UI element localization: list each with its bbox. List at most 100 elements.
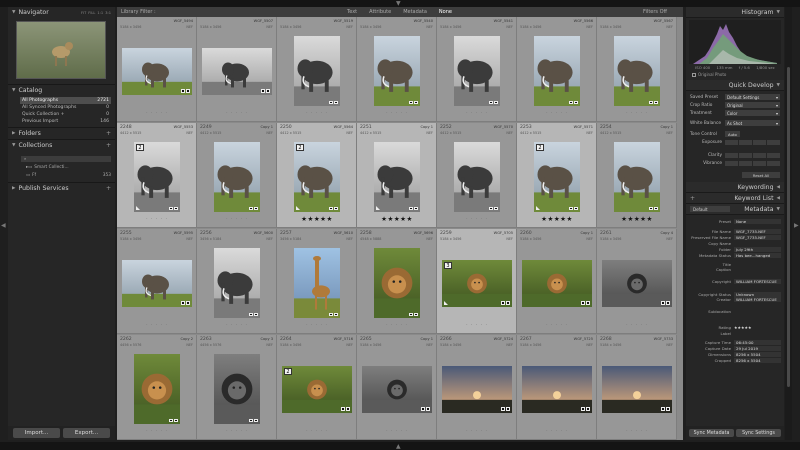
publish-services-header[interactable]: ▶ Publish Services + xyxy=(8,183,115,194)
metadata-value[interactable]: 06:45:00 xyxy=(734,339,781,345)
metadata-badge-icon[interactable] xyxy=(649,100,653,104)
metadata-badge-icon[interactable] xyxy=(249,418,253,422)
metadata-badge-icon[interactable] xyxy=(661,301,665,305)
metadata-badge-icon[interactable] xyxy=(341,407,345,411)
thumbnail-cell[interactable]: 2266 WGF_5724 5184 x 3456 NEF · · · · · xyxy=(437,335,517,440)
photo-thumbnail[interactable] xyxy=(374,248,420,318)
collapse-triangle-icon[interactable]: ▼ xyxy=(777,10,780,15)
develop-badge-icon[interactable] xyxy=(494,206,498,210)
photo-thumbnail[interactable]: 2 xyxy=(282,365,352,413)
rating-dots[interactable]: · · · · · xyxy=(197,217,276,222)
photo-thumbnail[interactable] xyxy=(602,365,672,413)
photo-thumbnail[interactable] xyxy=(362,365,432,413)
rating-dots[interactable]: · · · · · xyxy=(437,217,516,222)
filter-tab-none[interactable]: None xyxy=(439,9,452,15)
rating-dots[interactable]: · · · · · xyxy=(277,429,356,434)
develop-badge-icon[interactable] xyxy=(666,407,670,411)
crop-ratio-select[interactable]: Original ▾ xyxy=(725,102,780,108)
photo-thumbnail[interactable] xyxy=(214,248,260,318)
develop-badge-icon[interactable] xyxy=(254,418,258,422)
metadata-badge-icon[interactable] xyxy=(249,206,253,210)
filter-tab-text[interactable]: Text xyxy=(347,9,357,15)
original-photo-toggle[interactable]: Original Photo xyxy=(686,71,784,80)
metadata-value[interactable]: July 29th xyxy=(734,246,781,252)
thumbnail-cell[interactable]: 2248 WGF_5553 4412 x 5515 NEF 2 · · · · · xyxy=(117,123,197,228)
filter-tab-attribute[interactable]: Attribute xyxy=(369,9,391,15)
keyword-list-header[interactable]: + Keyword List ◀ xyxy=(686,193,784,204)
rating-dots[interactable]: · · · · · xyxy=(117,111,196,116)
filmstrip-toggle-icon[interactable]: ▲ xyxy=(396,443,401,450)
collapse-triangle-icon[interactable]: ▼ xyxy=(12,143,15,148)
expand-triangle-icon[interactable]: ◀ xyxy=(777,196,780,201)
vibrance-steppers[interactable] xyxy=(725,160,780,166)
catalog-item-all-synced[interactable]: All Synced Photographs 0 xyxy=(20,104,111,111)
checkbox-icon[interactable] xyxy=(692,72,696,77)
rating-dots[interactable]: · · · · · xyxy=(197,429,276,434)
develop-badge-icon[interactable] xyxy=(414,312,418,316)
photo-thumbnail[interactable] xyxy=(122,259,192,307)
metadata-value[interactable]: WILLIAM FORTESCUE xyxy=(734,279,781,284)
thumbnail-cell[interactable]: 2259 WGF_5705 5184 x 3456 NEF 3 · · · · · xyxy=(437,229,517,334)
catalog-header[interactable]: ▼ Catalog xyxy=(8,85,115,96)
develop-badge-icon[interactable] xyxy=(186,89,190,93)
thumbnail-cell[interactable]: WGF_5494 5184 x 3456 NEF · · · · · xyxy=(117,17,197,122)
rating-dots[interactable]: · · · · · xyxy=(517,111,596,116)
collapse-triangle-icon[interactable]: ▼ xyxy=(12,88,15,93)
thumbnail-cell[interactable]: 2263 Copy 3 4456 x 5576 NEF · · · · · xyxy=(197,335,277,440)
photo-thumbnail[interactable] xyxy=(614,142,660,212)
rating-dots[interactable]: · · · · · xyxy=(197,111,276,116)
metadata-badge-icon[interactable] xyxy=(409,100,413,104)
develop-badge-icon[interactable] xyxy=(574,206,578,210)
thumbnail-cell[interactable]: 2255 WGF_5595 5184 x 3456 NEF · · · · · xyxy=(117,229,197,334)
rating-dots[interactable]: · · · · · xyxy=(597,111,676,116)
photo-thumbnail[interactable] xyxy=(614,36,660,106)
photo-thumbnail[interactable]: 2 xyxy=(134,142,180,212)
metadata-badge-icon[interactable] xyxy=(569,100,573,104)
saved-preset-select[interactable]: Default Settings ▾ xyxy=(725,94,780,100)
develop-badge-icon[interactable] xyxy=(254,312,258,316)
expand-triangle-icon[interactable]: ◀ xyxy=(777,185,780,190)
star-rating[interactable]: ★★★★★ xyxy=(277,215,356,223)
star-rating[interactable]: ★★★★★ xyxy=(597,215,676,223)
export-button[interactable]: Export... xyxy=(63,428,110,438)
rating-dots[interactable]: · · · · · xyxy=(517,429,596,434)
thumbnail-cell[interactable]: 2250 WGF_5564 4412 x 5515 NEF 2 ★★★★★ xyxy=(277,123,357,228)
quick-develop-header[interactable]: Quick Develop ▼ xyxy=(686,80,784,91)
keywording-header[interactable]: Keywording ◀ xyxy=(686,182,784,193)
metadata-value[interactable]: 29 Jul 2019 xyxy=(734,345,781,351)
histogram-header[interactable]: Histogram ▼ xyxy=(686,7,784,18)
metadata-badge-icon[interactable] xyxy=(409,206,413,210)
thumbnail-cell[interactable]: 2268 WGF_5733 5184 x 3456 NEF · · · · · xyxy=(597,335,677,440)
photo-thumbnail[interactable] xyxy=(374,36,420,106)
rating-dots[interactable]: · · · · · xyxy=(277,111,356,116)
treatment-select[interactable]: Color ▾ xyxy=(725,110,780,116)
thumbnail-cell[interactable]: 2254 Copy 1 4412 x 5515 NEF ★★★★★ xyxy=(597,123,677,228)
rating-dots[interactable]: · · · · · xyxy=(597,429,676,434)
thumbnail-cell[interactable]: 2257 WGF_5610 3456 x 5184 NEF · · · · · xyxy=(277,229,357,334)
add-folder-icon[interactable]: + xyxy=(106,130,111,137)
rating-dots[interactable]: · · · · · xyxy=(117,217,196,222)
photo-thumbnail[interactable] xyxy=(122,47,192,95)
metadata-badge-icon[interactable] xyxy=(329,206,333,210)
collections-header[interactable]: ▼ Collections + xyxy=(8,140,115,151)
develop-badge-icon[interactable] xyxy=(174,206,178,210)
metadata-badge-icon[interactable] xyxy=(181,301,185,305)
rating-dots[interactable]: · · · · · xyxy=(357,111,436,116)
thumbnail-cell[interactable]: WGF_5507 5184 x 3456 NEF · · · · · xyxy=(197,17,277,122)
rating-dots[interactable]: · · · · · xyxy=(197,323,276,328)
thumbnail-cell[interactable]: 2251 Copy 1 4412 x 5515 NEF ★★★★★ xyxy=(357,123,437,228)
develop-badge-icon[interactable] xyxy=(346,407,350,411)
metadata-value[interactable]: WGF_7735.NEF xyxy=(734,234,781,240)
photo-thumbnail[interactable] xyxy=(522,259,592,307)
develop-badge-icon[interactable] xyxy=(414,100,418,104)
photo-thumbnail[interactable]: 2 xyxy=(294,142,340,212)
collection-smart-set[interactable]: ▸▭ Smart Collecti... xyxy=(26,164,111,170)
metadata-badge-icon[interactable] xyxy=(581,407,585,411)
sync-settings-button[interactable]: Sync Settings xyxy=(736,429,781,437)
develop-badge-icon[interactable] xyxy=(414,206,418,210)
photo-thumbnail[interactable] xyxy=(214,354,260,424)
photo-thumbnail[interactable] xyxy=(214,142,260,212)
develop-badge-icon[interactable] xyxy=(654,206,658,210)
metadata-badge-icon[interactable] xyxy=(169,206,173,210)
right-panel-scrollbar[interactable] xyxy=(785,7,792,440)
